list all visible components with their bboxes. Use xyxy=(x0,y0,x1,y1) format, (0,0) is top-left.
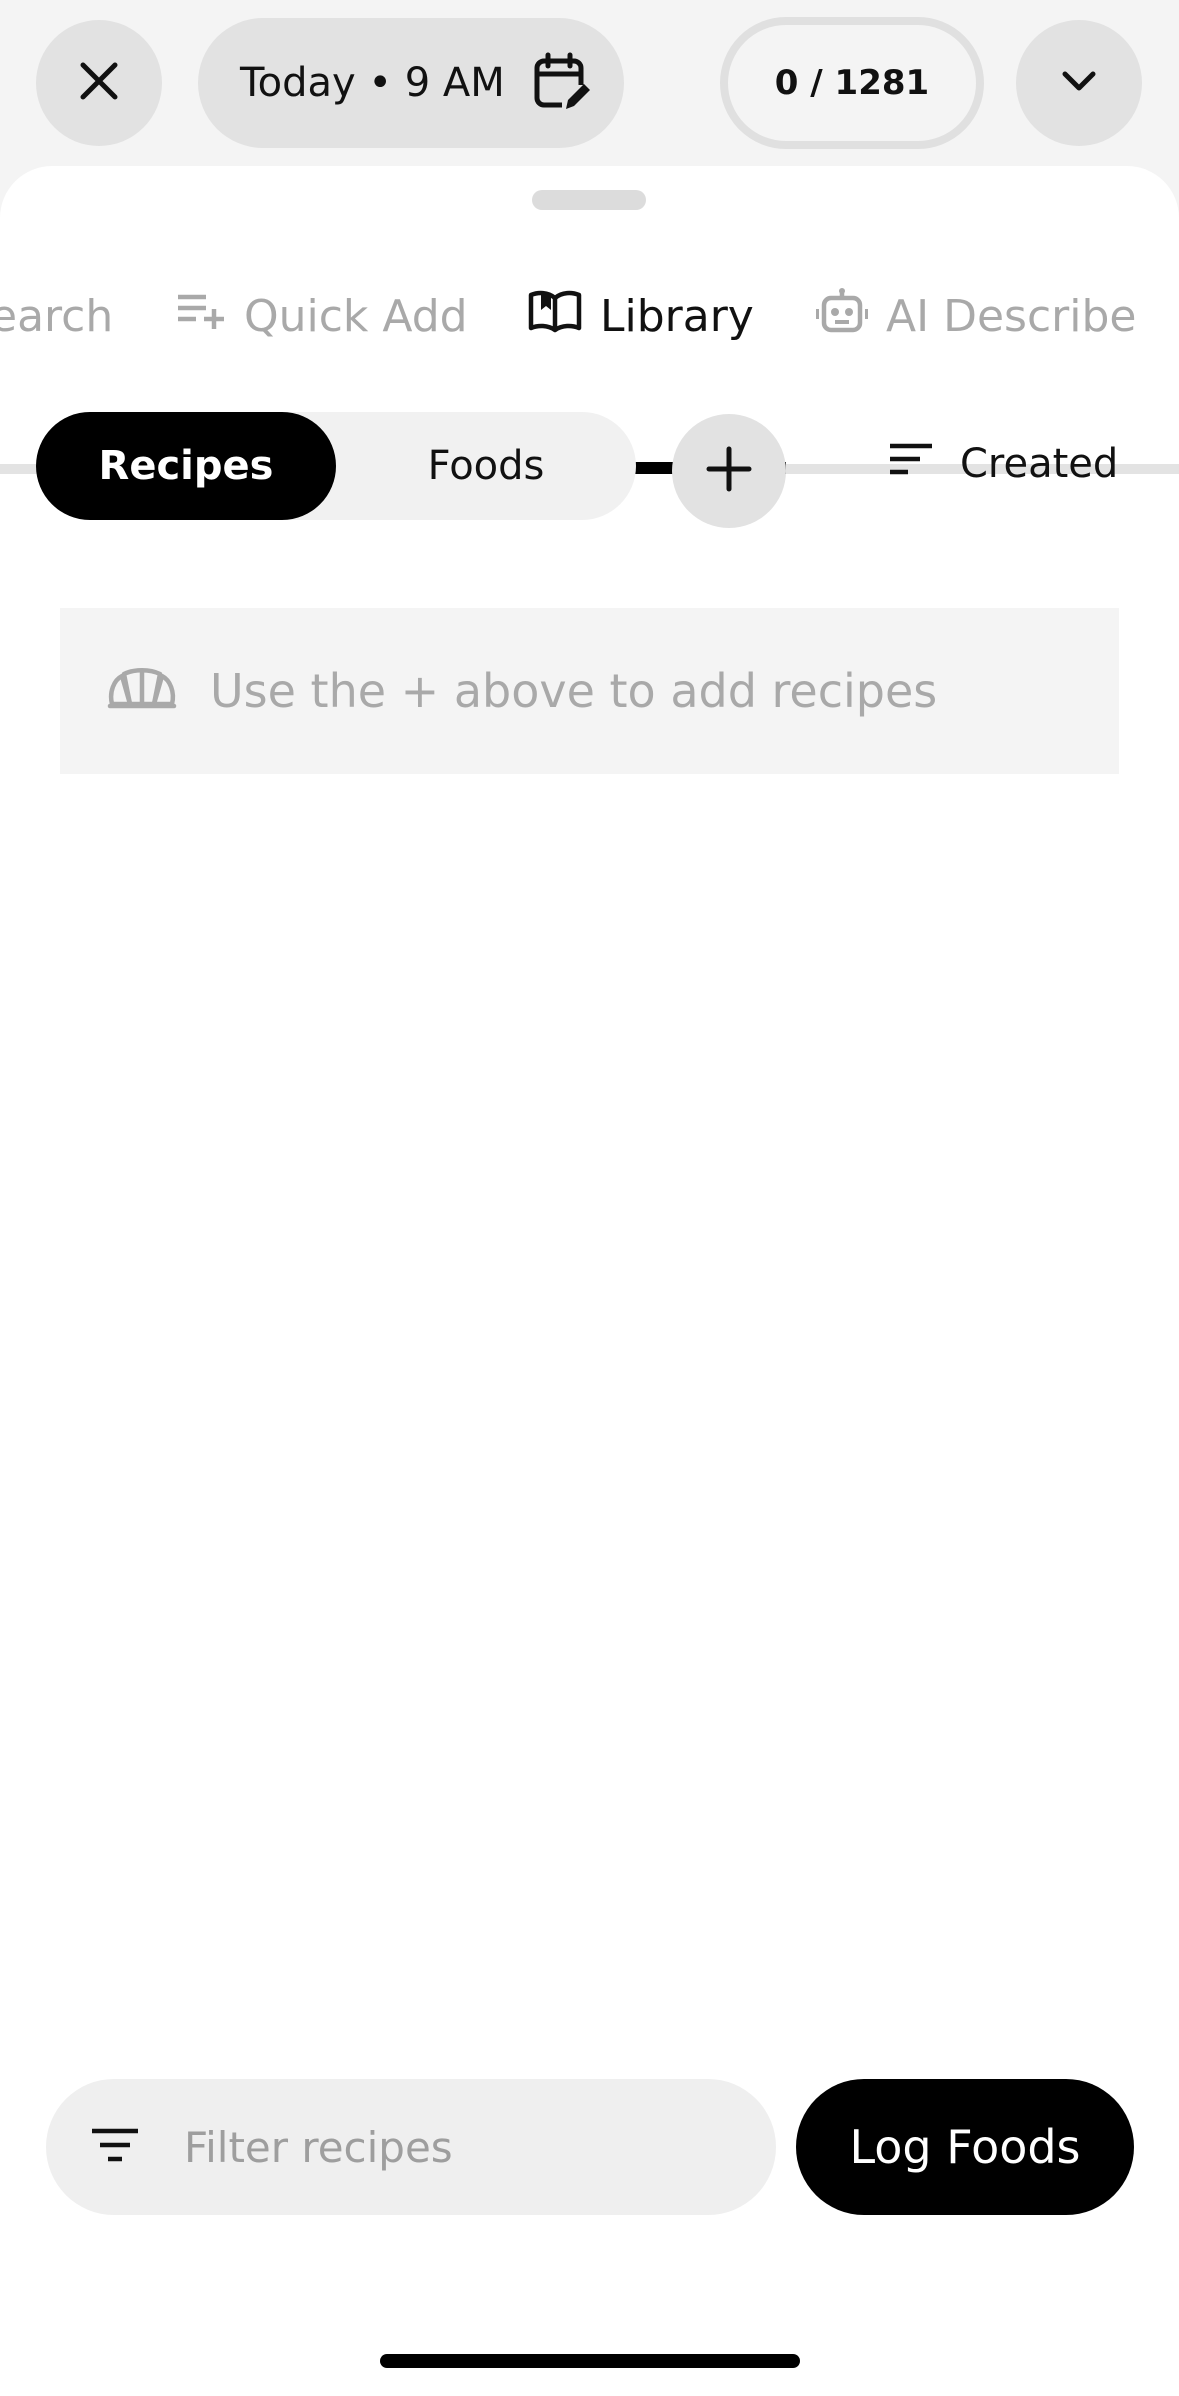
log-foods-button[interactable]: Log Foods xyxy=(796,2079,1134,2215)
calendar-edit-icon xyxy=(532,51,594,117)
chevron-down-icon xyxy=(1055,57,1103,109)
expand-button[interactable] xyxy=(1016,20,1142,146)
sort-button[interactable]: Created xyxy=(888,424,1118,504)
tab-label: Quick Add xyxy=(244,290,468,342)
croissant-icon xyxy=(106,666,178,716)
empty-state-message: Use the + above to add recipes xyxy=(210,664,938,718)
close-button[interactable] xyxy=(36,20,162,146)
robot-icon xyxy=(815,287,869,346)
book-open-icon xyxy=(528,288,582,345)
filter-bar[interactable] xyxy=(46,2079,776,2215)
segment-recipes[interactable]: Recipes xyxy=(36,412,336,520)
close-icon xyxy=(75,57,123,109)
date-time-label: Today • 9 AM xyxy=(240,60,505,106)
food-logger-screen: Today • 9 AM 0 / 1281 earch Quick Add Li… xyxy=(0,0,1179,2396)
empty-state: Use the + above to add recipes xyxy=(60,608,1119,774)
tab-search[interactable]: earch xyxy=(0,266,113,366)
filter-recipes-input[interactable] xyxy=(184,2122,724,2172)
plus-icon xyxy=(706,446,752,496)
date-time-selector[interactable]: Today • 9 AM xyxy=(198,18,624,148)
playlist-add-icon xyxy=(176,291,226,342)
tab-library[interactable]: Library xyxy=(528,266,754,366)
tab-ai-describe[interactable]: AI Describe xyxy=(815,266,1137,366)
recipes-foods-toggle: Recipes Foods xyxy=(36,412,636,520)
segment-foods[interactable]: Foods xyxy=(336,412,636,520)
sort-icon xyxy=(888,441,934,487)
bottom-sheet: earch Quick Add Library AI Describe Reci… xyxy=(0,166,1179,2396)
sheet-drag-handle[interactable] xyxy=(532,190,646,210)
tab-label: AI Describe xyxy=(886,290,1137,342)
tab-label: Library xyxy=(600,290,754,342)
add-recipe-button[interactable] xyxy=(672,414,786,528)
item-counter[interactable]: 0 / 1281 xyxy=(720,17,984,149)
sort-label: Created xyxy=(960,441,1119,487)
filter-icon xyxy=(90,2125,140,2169)
tab-quick-add[interactable]: Quick Add xyxy=(176,266,468,366)
home-indicator xyxy=(380,2354,800,2368)
tab-bar: earch Quick Add Library AI Describe xyxy=(0,266,1179,474)
tab-label: earch xyxy=(0,290,114,342)
